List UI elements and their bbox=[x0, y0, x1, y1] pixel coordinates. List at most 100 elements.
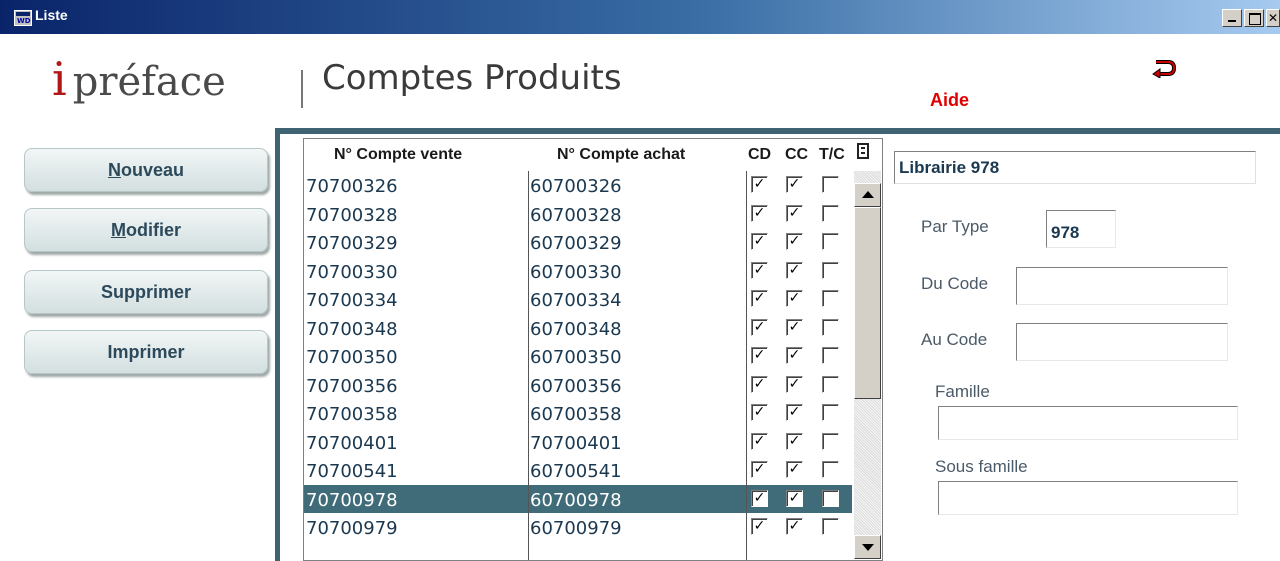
return-arrow-icon[interactable] bbox=[1150, 58, 1176, 78]
table-row[interactable]: 70700979 60700979 ✓ ✓ bbox=[304, 513, 852, 542]
modifier-label: Modifier bbox=[110, 220, 181, 240]
du-code-input[interactable] bbox=[1016, 267, 1228, 305]
compte-vente-cell: 70700328 bbox=[306, 204, 398, 226]
scroll-thumb[interactable] bbox=[854, 207, 881, 399]
cc-checkbox[interactable]: ✓ bbox=[786, 404, 803, 421]
table-row[interactable]: 70700326 60700326 ✓ ✓ bbox=[304, 171, 852, 200]
famille-input[interactable] bbox=[938, 406, 1238, 440]
au-code-input[interactable] bbox=[1016, 323, 1228, 361]
title-bar[interactable]: WD Liste bbox=[0, 0, 1280, 34]
tc-checkbox[interactable] bbox=[822, 518, 839, 535]
cc-checkbox[interactable]: ✓ bbox=[786, 461, 803, 478]
scroll-up-button[interactable] bbox=[854, 183, 881, 207]
cc-checkbox[interactable]: ✓ bbox=[786, 518, 803, 535]
tc-checkbox[interactable] bbox=[822, 318, 839, 336]
cc-checkbox[interactable]: ✓ bbox=[786, 261, 803, 279]
column-divider bbox=[746, 171, 747, 560]
table-row[interactable]: 70700356 60700356 ✓ ✓ bbox=[304, 371, 852, 400]
tc-checkbox[interactable] bbox=[822, 204, 839, 222]
au-code-label: Au Code bbox=[921, 330, 988, 349]
compte-achat-cell: 60700326 bbox=[530, 176, 622, 197]
logo-letter-i: i bbox=[52, 52, 67, 106]
par-type-input[interactable]: 978 bbox=[1046, 210, 1116, 248]
table-row[interactable]: 70700329 60700329 ✓ ✓ bbox=[304, 228, 852, 257]
tc-checkbox[interactable] bbox=[822, 290, 839, 307]
compte-achat-cell: 60700356 bbox=[530, 375, 622, 397]
table-body: 70700326 60700326 ✓ ✓ 70700328 60700328 ✓ ✓ 7070… bbox=[304, 171, 852, 542]
cc-checkbox[interactable]: ✓ bbox=[786, 375, 803, 393]
cd-checkbox[interactable]: ✓ bbox=[751, 518, 768, 535]
table-row[interactable]: 70700350 60700350 ✓ ✓ bbox=[304, 342, 852, 371]
maximize-button[interactable] bbox=[1244, 9, 1264, 27]
cd-checkbox[interactable]: ✓ bbox=[751, 375, 768, 393]
cc-checkbox[interactable]: ✓ bbox=[786, 290, 803, 307]
table-row[interactable]: 70700328 60700328 ✓ ✓ bbox=[304, 200, 852, 229]
table-row[interactable]: 70700358 60700358 ✓ ✓ bbox=[304, 399, 852, 428]
table-row[interactable]: 70700348 60700348 ✓ ✓ bbox=[304, 314, 852, 343]
cd-checkbox[interactable]: ✓ bbox=[751, 489, 768, 507]
cc-checkbox[interactable]: ✓ bbox=[786, 318, 803, 336]
cc-checkbox[interactable]: ✓ bbox=[786, 176, 803, 193]
compte-vente-cell: 70700356 bbox=[306, 375, 398, 397]
cc-checkbox[interactable]: ✓ bbox=[786, 432, 803, 450]
compte-achat-cell: 60700334 bbox=[530, 290, 622, 311]
supprimer-button[interactable]: Supprimer bbox=[24, 270, 268, 314]
help-link[interactable]: Aide bbox=[930, 90, 969, 111]
imprimer-label: Imprimer bbox=[107, 342, 185, 362]
modifier-button[interactable]: Modifier bbox=[24, 208, 268, 252]
clipboard-icon[interactable] bbox=[857, 143, 869, 159]
compte-achat-cell: 60700541 bbox=[530, 461, 622, 482]
compte-vente-cell: 70700334 bbox=[306, 290, 398, 311]
tc-checkbox[interactable] bbox=[822, 261, 839, 279]
cd-checkbox[interactable]: ✓ bbox=[751, 204, 768, 222]
cd-checkbox[interactable]: ✓ bbox=[751, 461, 768, 478]
compte-vente-cell: 70700358 bbox=[306, 404, 398, 425]
column-header-cd[interactable]: CD bbox=[748, 146, 771, 164]
cd-checkbox[interactable]: ✓ bbox=[751, 318, 768, 336]
cd-checkbox[interactable]: ✓ bbox=[751, 290, 768, 307]
imprimer-button[interactable]: Imprimer bbox=[24, 330, 268, 374]
cd-checkbox[interactable]: ✓ bbox=[751, 404, 768, 421]
librairie-field[interactable]: Librairie 978 bbox=[894, 151, 1256, 184]
cc-checkbox[interactable]: ✓ bbox=[786, 489, 803, 507]
minimize-button[interactable] bbox=[1222, 9, 1242, 27]
cd-checkbox[interactable]: ✓ bbox=[751, 432, 768, 450]
scroll-down-button[interactable] bbox=[854, 535, 881, 559]
table-row[interactable]: 70700401 70700401 ✓ ✓ bbox=[304, 428, 852, 457]
cd-checkbox[interactable]: ✓ bbox=[751, 176, 768, 193]
tc-checkbox[interactable] bbox=[822, 432, 839, 450]
tc-checkbox[interactable] bbox=[822, 176, 839, 193]
column-header-tc[interactable]: T/C bbox=[819, 146, 845, 164]
column-header-compte-vente[interactable]: N° Compte vente bbox=[334, 146, 462, 164]
table-row[interactable]: 70700978 60700978 ✓ ✓ bbox=[304, 484, 852, 513]
compte-vente-cell: 70700979 bbox=[306, 518, 398, 539]
close-button[interactable] bbox=[1266, 9, 1280, 27]
accounts-table[interactable]: N° Compte vente N° Compte achat CD CC T/… bbox=[303, 138, 883, 561]
column-header-compte-achat[interactable]: N° Compte achat bbox=[557, 146, 685, 164]
famille-label: Famille bbox=[935, 382, 990, 401]
sous-famille-input[interactable] bbox=[938, 481, 1238, 515]
tc-checkbox[interactable] bbox=[822, 347, 839, 364]
compte-achat-cell: 60700978 bbox=[530, 489, 622, 511]
cd-checkbox[interactable]: ✓ bbox=[751, 261, 768, 279]
tc-checkbox[interactable] bbox=[822, 461, 839, 478]
table-row[interactable]: 70700330 60700330 ✓ ✓ bbox=[304, 257, 852, 286]
cd-checkbox[interactable]: ✓ bbox=[751, 233, 768, 250]
tc-checkbox[interactable] bbox=[822, 489, 839, 507]
table-scrollbar[interactable] bbox=[854, 171, 881, 559]
tc-checkbox[interactable] bbox=[822, 233, 839, 250]
app-icon[interactable]: WD bbox=[14, 10, 32, 26]
cd-checkbox[interactable]: ✓ bbox=[751, 347, 768, 364]
panel-border-left bbox=[275, 128, 280, 561]
cc-checkbox[interactable]: ✓ bbox=[786, 233, 803, 250]
nouveau-button[interactable]: Nouveau bbox=[24, 148, 268, 192]
compte-achat-cell: 60700348 bbox=[530, 318, 622, 340]
brand-logo: i préface bbox=[52, 52, 226, 112]
column-header-cc[interactable]: CC bbox=[785, 146, 808, 164]
table-row[interactable]: 70700334 60700334 ✓ ✓ bbox=[304, 285, 852, 314]
tc-checkbox[interactable] bbox=[822, 404, 839, 421]
tc-checkbox[interactable] bbox=[822, 375, 839, 393]
cc-checkbox[interactable]: ✓ bbox=[786, 204, 803, 222]
cc-checkbox[interactable]: ✓ bbox=[786, 347, 803, 364]
table-row[interactable]: 70700541 60700541 ✓ ✓ bbox=[304, 456, 852, 485]
